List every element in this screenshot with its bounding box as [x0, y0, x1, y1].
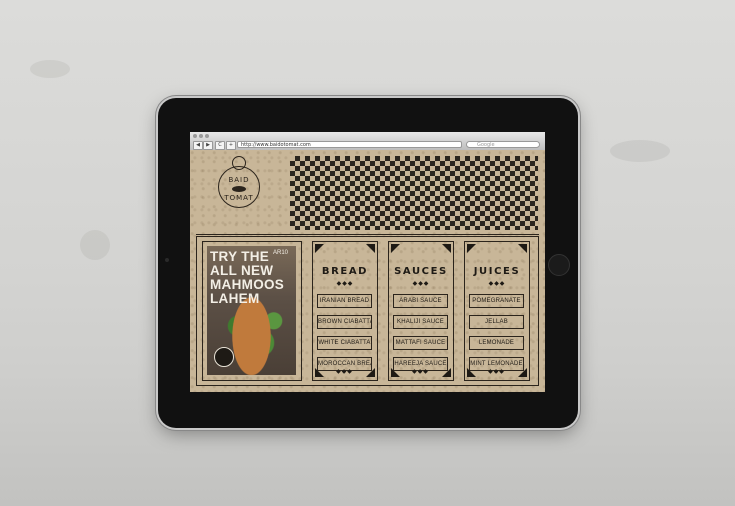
ornament-icon: ◆◆◆ [336, 280, 354, 287]
back-button[interactable]: ◀ [193, 141, 203, 150]
column-title: BREAD [321, 266, 369, 277]
reload-button[interactable]: C [215, 141, 225, 150]
corner-ornament-icon [467, 244, 476, 253]
column-title: SAUCES [394, 266, 448, 277]
column-title: JUICES [473, 266, 521, 277]
menu-column-sauces: SAUCES ◆◆◆ ARABI SAUCE KHALIJI SAUCE MAT… [388, 241, 454, 381]
menu-item[interactable]: JELLAB [469, 315, 524, 329]
corner-ornament-icon [518, 244, 527, 253]
forward-button[interactable]: ▶ [203, 141, 213, 150]
wall-texture [610, 140, 670, 162]
corner-ornament-icon [442, 244, 451, 253]
menu-item[interactable]: WHITE CIABATTA [317, 336, 372, 350]
menu-column-juices: JUICES ◆◆◆ POMEGRANATE JELLAB LEMONADE M… [464, 241, 530, 381]
site-logo[interactable]: BAID TOMAT [212, 156, 268, 216]
web-page: BAID TOMAT TRY THE ALL NEW MAHMOOS LAHEM… [190, 150, 545, 392]
ornament-icon: ◆◆◆ [488, 368, 505, 375]
promo-price: AR10 [273, 250, 289, 256]
logo-bottom-text: TOMAT [224, 194, 254, 202]
window-zoom-icon[interactable] [205, 134, 209, 138]
camera [165, 258, 169, 262]
header-divider [196, 234, 539, 235]
wall-texture [30, 60, 70, 78]
ornament-icon: ◆◆◆ [412, 280, 430, 287]
corner-ornament-icon [315, 244, 324, 253]
menu-item[interactable]: LEMONADE [469, 336, 524, 350]
ornament-icon: ◆◆◆ [412, 368, 429, 375]
promo-card[interactable]: TRY THE ALL NEW MAHMOOS LAHEM AR10 [202, 241, 302, 381]
browser-toolbar: ◀ ▶ C + http://www.baidotomat.com ⌕ Goog… [190, 132, 545, 151]
menu-item[interactable]: MATTAFI SAUCE [393, 336, 448, 350]
add-bookmark-button[interactable]: + [226, 141, 236, 150]
home-button[interactable] [548, 254, 570, 276]
corner-ornament-icon [391, 244, 400, 253]
menu-item[interactable]: POMEGRANATE [469, 294, 524, 308]
search-input[interactable]: Google [466, 141, 540, 148]
logo-top-text: BAID [228, 176, 250, 184]
ornament-icon: ◆◆◆ [488, 280, 506, 287]
url-input[interactable]: http://www.baidotomat.com [237, 141, 462, 148]
promo-headline: TRY THE ALL NEW MAHMOOS LAHEM [210, 249, 285, 306]
menu-item[interactable]: KHALIJI SAUCE [393, 315, 448, 329]
promo-badge-icon [214, 347, 234, 367]
window-close-icon[interactable] [193, 134, 197, 138]
wall-texture [80, 230, 110, 260]
menu-item[interactable]: ARABI SAUCE [393, 294, 448, 308]
tablet-screen: ◀ ▶ C + http://www.baidotomat.com ⌕ Goog… [190, 132, 545, 392]
window-minimize-icon[interactable] [199, 134, 203, 138]
tomato-icon [232, 186, 246, 192]
menu-item[interactable]: BROWN CIABATTA [317, 315, 372, 329]
menu-item[interactable]: IRANIAN BREAD [317, 294, 372, 308]
menu-column-bread: BREAD ◆◆◆ IRANIAN BREAD BROWN CIABATTA W… [312, 241, 378, 381]
corner-ornament-icon [366, 244, 375, 253]
ornament-icon: ◆◆◆ [336, 368, 353, 375]
diamond-pattern-banner [290, 156, 538, 230]
